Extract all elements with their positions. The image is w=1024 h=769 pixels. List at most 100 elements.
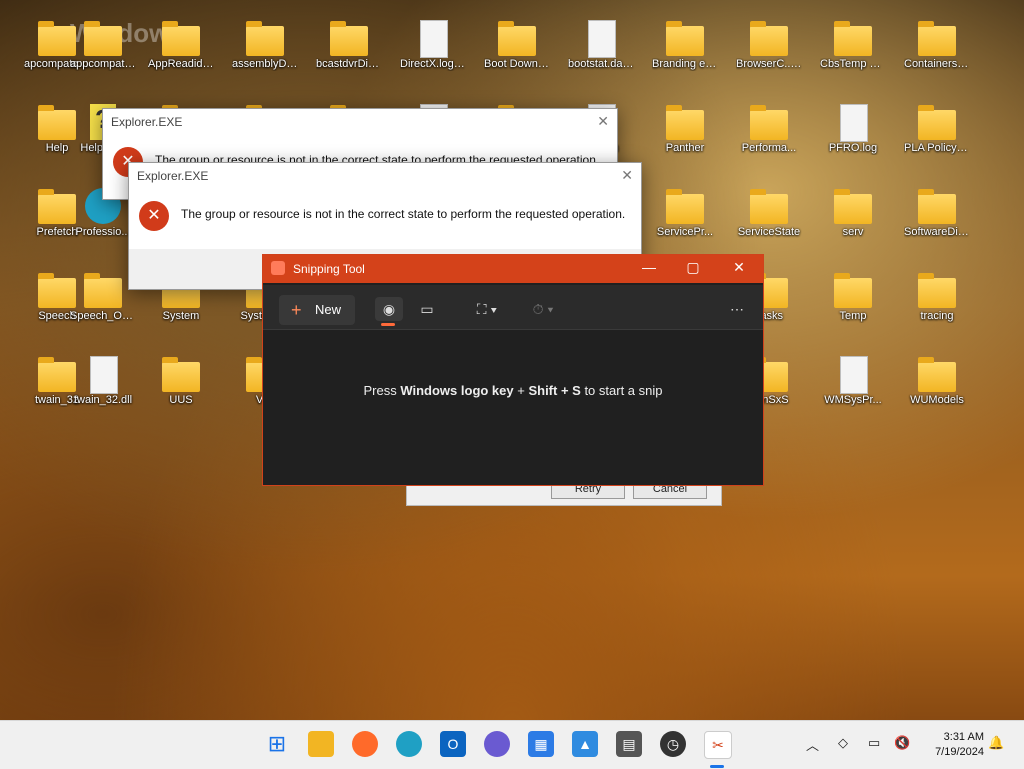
desktop-icon-label: ServicePr... bbox=[656, 226, 714, 238]
desktop-icon[interactable]: AppReadidiagnostics bbox=[148, 18, 214, 71]
file-explorer-icon[interactable] bbox=[308, 731, 334, 757]
folder-icon bbox=[244, 18, 286, 58]
file-icon bbox=[832, 354, 874, 394]
desktop-icon-label: DirectX.log btsvc.exe bbox=[400, 58, 466, 70]
photos-icon[interactable]: ▲ bbox=[572, 731, 598, 757]
desktop-icon-label: System bbox=[162, 310, 200, 322]
desktop-icon[interactable]: SoftwareDistribution bbox=[904, 186, 970, 239]
desktop-icon[interactable]: Temp bbox=[820, 270, 886, 323]
notification-bell-icon[interactable]: 🔔 bbox=[988, 735, 1004, 751]
desktop-icon[interactable]: Speech_OneCoreplwow64... bbox=[70, 270, 136, 323]
file-icon bbox=[412, 18, 454, 58]
volume-muted-icon[interactable]: 🔇 bbox=[894, 735, 910, 751]
desktop-icon-label: PFRO.log bbox=[828, 142, 878, 154]
desktop-icon-label: Speech_OneCoreplwow64... bbox=[70, 310, 136, 322]
icon-shape bbox=[90, 356, 118, 394]
desktop-icon-label: AppReadidiagnostics bbox=[148, 58, 214, 70]
snipping-tool-window[interactable]: Snipping Tool — ▢ ✕ + New ◉ ▭ ⛶ ▾ ⏱ ▾ ⋯ … bbox=[262, 254, 764, 486]
desktop-icon[interactable]: Panther bbox=[652, 102, 718, 155]
folder-icon bbox=[82, 270, 124, 310]
snipping-tool-taskbar-icon[interactable]: ✂ bbox=[704, 731, 732, 759]
desktop-icon[interactable]: Boot Download... Program... bbox=[484, 18, 550, 71]
desktop-icon[interactable]: serv bbox=[820, 186, 886, 239]
desktop-icon[interactable]: twain_32.dll bbox=[70, 354, 136, 407]
desktop-icon[interactable]: Containers CSC GameBarGlobalizat... senc… bbox=[904, 18, 970, 71]
desktop-icon[interactable]: bcastdvrDigitalLoc... bbox=[316, 18, 382, 71]
desktop-icon-label: Temp bbox=[839, 310, 867, 322]
folder-icon bbox=[664, 186, 706, 226]
error-icon: ✕ bbox=[139, 201, 169, 231]
icon-shape bbox=[918, 189, 956, 224]
desktop-icon-label: WUModels bbox=[910, 394, 964, 406]
desktop-icon[interactable]: PLA PolicyDefinitions bbox=[904, 102, 970, 155]
active-mode-indicator bbox=[381, 323, 395, 326]
desktop-icon[interactable]: WMSysPr... bbox=[820, 354, 886, 407]
close-icon[interactable]: ✕ bbox=[621, 167, 633, 184]
desktop-icon-label: serv bbox=[842, 226, 864, 238]
desktop-icon[interactable]: CbsTemp Fonts bbox=[820, 18, 886, 71]
start-icon[interactable]: ⊞ bbox=[264, 731, 290, 757]
folder-icon bbox=[82, 18, 124, 58]
window-title: Snipping Tool bbox=[293, 262, 365, 276]
desktop-icon[interactable]: Performa... bbox=[736, 102, 802, 155]
video-mode-icon[interactable]: ▭ bbox=[413, 297, 441, 321]
close-icon[interactable]: ✕ bbox=[597, 113, 609, 130]
snipping-tool-app-icon bbox=[271, 261, 285, 275]
toolbar: + New ◉ ▭ ⛶ ▾ ⏱ ▾ ⋯ bbox=[263, 285, 763, 330]
new-snip-button[interactable]: + New bbox=[279, 295, 355, 325]
desktop-icon-label: Branding en-US bbox=[652, 58, 718, 70]
hint-key-shift-s: Shift + S bbox=[528, 383, 581, 398]
desktop-icon[interactable]: PFRO.log bbox=[820, 102, 886, 155]
desktop-icon[interactable]: BrowserC... explorer.exe bbox=[736, 18, 802, 71]
desktop-icon-label: ServiceState bbox=[737, 226, 801, 238]
network-icon[interactable]: ◇ bbox=[838, 735, 848, 751]
desktop-icon[interactable]: appcompatdebug bbox=[70, 18, 136, 71]
folder-icon bbox=[916, 354, 958, 394]
maximize-icon[interactable]: ▢ bbox=[683, 259, 703, 276]
desktop-icon[interactable]: ServicePr... bbox=[652, 186, 718, 239]
folder-icon bbox=[496, 18, 538, 58]
desktop-icon[interactable]: assemblyDiagTrack bbox=[232, 18, 298, 71]
desktop-icon-label: CbsTemp Fonts bbox=[820, 58, 886, 70]
minimize-icon[interactable]: — bbox=[639, 259, 659, 275]
copilot-icon[interactable] bbox=[484, 731, 510, 757]
desktop-icon[interactable]: DirectX.log btsvc.exe bbox=[400, 18, 466, 71]
camera-mode-icon[interactable]: ◉ bbox=[375, 297, 403, 321]
edge-icon[interactable] bbox=[396, 731, 422, 757]
outlook-icon[interactable]: O bbox=[440, 731, 466, 757]
desktop-icon[interactable]: ServiceState bbox=[736, 186, 802, 239]
date: 7/19/2024 bbox=[935, 746, 984, 758]
plus-icon: + bbox=[291, 300, 302, 320]
firefox-icon[interactable] bbox=[352, 731, 378, 757]
icon-shape bbox=[588, 20, 616, 58]
close-icon[interactable]: ✕ bbox=[729, 259, 749, 276]
time: 3:31 AM bbox=[943, 731, 984, 743]
more-options-icon[interactable]: ⋯ bbox=[723, 297, 751, 321]
icon-shape bbox=[498, 21, 536, 56]
hint-text: Press bbox=[363, 383, 401, 398]
icon-shape bbox=[750, 105, 788, 140]
dialog-message: The group or resource is not in the corr… bbox=[181, 207, 626, 221]
desktop-icon-label: tracing bbox=[920, 310, 954, 322]
icon-shape bbox=[834, 21, 872, 56]
title-bar[interactable]: Snipping Tool — ▢ ✕ bbox=[263, 255, 763, 283]
desktop-icon[interactable]: Branding en-US bbox=[652, 18, 718, 71]
store-icon[interactable]: ▦ bbox=[528, 731, 554, 757]
clock-app-icon[interactable]: ◷ bbox=[660, 731, 686, 757]
display-icon[interactable]: ▭ bbox=[868, 735, 880, 751]
delay-timer-dropdown[interactable]: ⏱ ▾ bbox=[523, 297, 563, 321]
desktop-icon-label: Boot Download... Program... bbox=[484, 58, 550, 70]
desktop-icon[interactable]: bootstat.dat DtcInstall... bbox=[568, 18, 634, 71]
folder-icon bbox=[916, 18, 958, 58]
snip-shape-dropdown[interactable]: ⛶ ▾ bbox=[467, 297, 507, 321]
desktop-icon[interactable]: WUModels bbox=[904, 354, 970, 407]
icon-shape bbox=[162, 357, 200, 392]
calculator-icon[interactable]: ▤ bbox=[616, 731, 642, 757]
desktop-icon-label: Panther bbox=[665, 142, 705, 154]
clock[interactable]: 3:31 AM 7/19/2024 bbox=[935, 730, 984, 760]
desktop-icon[interactable]: UUS bbox=[148, 354, 214, 407]
desktop-icon[interactable]: tracing bbox=[904, 270, 970, 323]
desktop-icon-label: PLA PolicyDefinitions bbox=[904, 142, 970, 154]
show-hidden-icons-chevron-icon[interactable]: ︿ bbox=[806, 735, 819, 754]
icon-shape bbox=[246, 21, 284, 56]
